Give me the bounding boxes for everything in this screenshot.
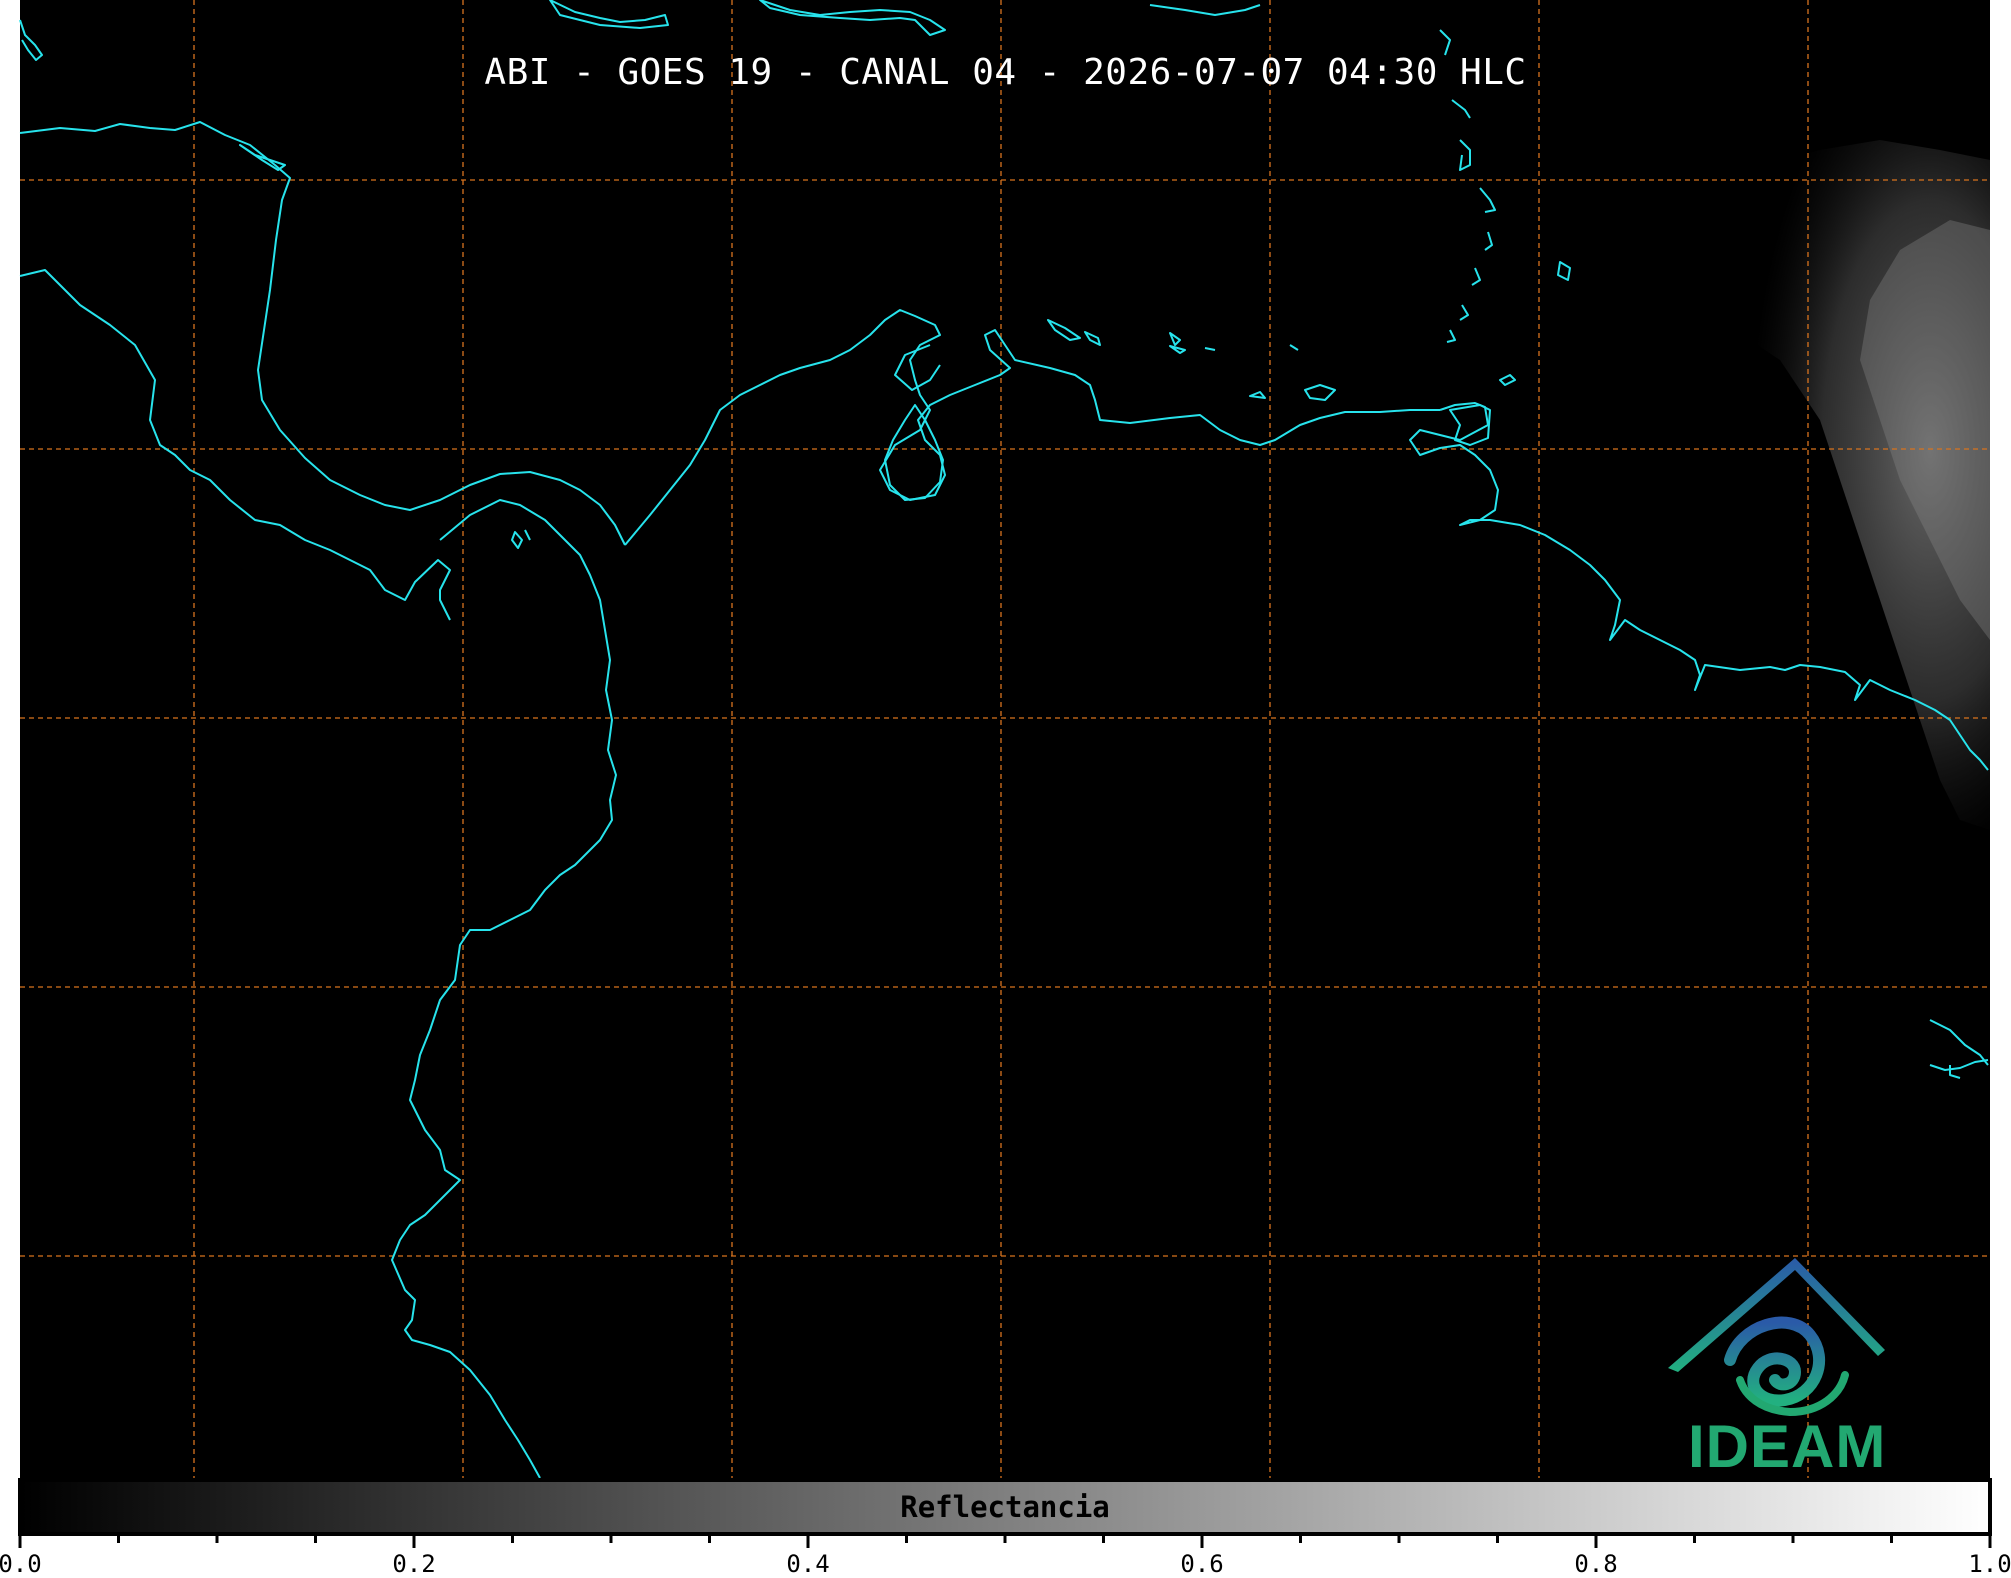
figure-title: ABI - GOES 19 - CANAL 04 - 2026-07-07 04…: [484, 52, 1527, 93]
ideam-logo-text: IDEAM: [1688, 1413, 1887, 1480]
colorbar-tick-label: 0.8: [1574, 1550, 1618, 1578]
colorbar-tick-label: 0.2: [392, 1550, 436, 1578]
colorbar-tick-label: 0.6: [1180, 1550, 1224, 1578]
colorbar-tick-label: 1.0: [1968, 1550, 2011, 1578]
colorbar-label: Reflectancia: [900, 1490, 1110, 1524]
satellite-map: [18, 0, 1992, 1548]
colorbar-tick-label: 0.0: [0, 1550, 42, 1578]
colorbar-ticks: [18, 1534, 1992, 1548]
satellite-figure: ABI - GOES 19 - CANAL 04 - 2026-07-07 04…: [0, 0, 2011, 1578]
colorbar-tick-label: 0.4: [786, 1550, 830, 1578]
